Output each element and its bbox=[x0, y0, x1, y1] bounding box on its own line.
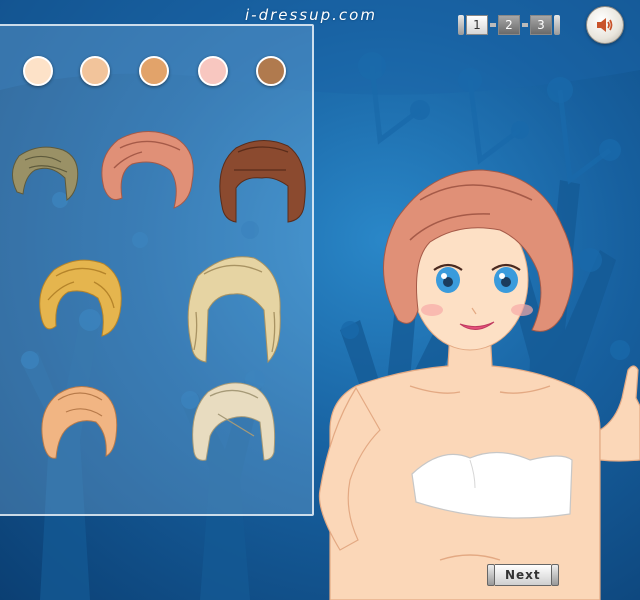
page-indicator: 1 2 3 bbox=[458, 12, 560, 38]
skin-tone-swatch-1[interactable] bbox=[23, 56, 53, 86]
page-2-button[interactable]: 2 bbox=[498, 15, 520, 35]
skin-tone-swatch-3[interactable] bbox=[139, 56, 169, 86]
next-button-label: Next bbox=[495, 564, 551, 586]
skin-tone-swatch-5[interactable] bbox=[256, 56, 286, 86]
game-stage: i-dressup.com 1 2 3 Next bbox=[0, 0, 640, 600]
hairstyle-option[interactable] bbox=[36, 382, 120, 466]
hairstyle-option[interactable] bbox=[214, 136, 310, 226]
hairstyle-option[interactable] bbox=[5, 142, 85, 208]
sound-toggle-button[interactable] bbox=[586, 6, 624, 44]
model-character bbox=[318, 169, 640, 600]
hairstyle-option[interactable] bbox=[96, 128, 200, 214]
skin-tone-swatch-2[interactable] bbox=[80, 56, 110, 86]
site-logo[interactable]: i-dressup.com bbox=[245, 6, 377, 24]
speaker-icon bbox=[597, 18, 613, 32]
skin-tone-swatch-4[interactable] bbox=[198, 56, 228, 86]
hairstyle-option[interactable] bbox=[34, 256, 126, 340]
page-3-button[interactable]: 3 bbox=[530, 15, 552, 35]
hairstyle-option[interactable] bbox=[182, 252, 288, 368]
hairstyle-option[interactable] bbox=[188, 378, 278, 464]
next-button[interactable]: Next bbox=[487, 563, 559, 587]
page-1-button[interactable]: 1 bbox=[466, 15, 488, 35]
